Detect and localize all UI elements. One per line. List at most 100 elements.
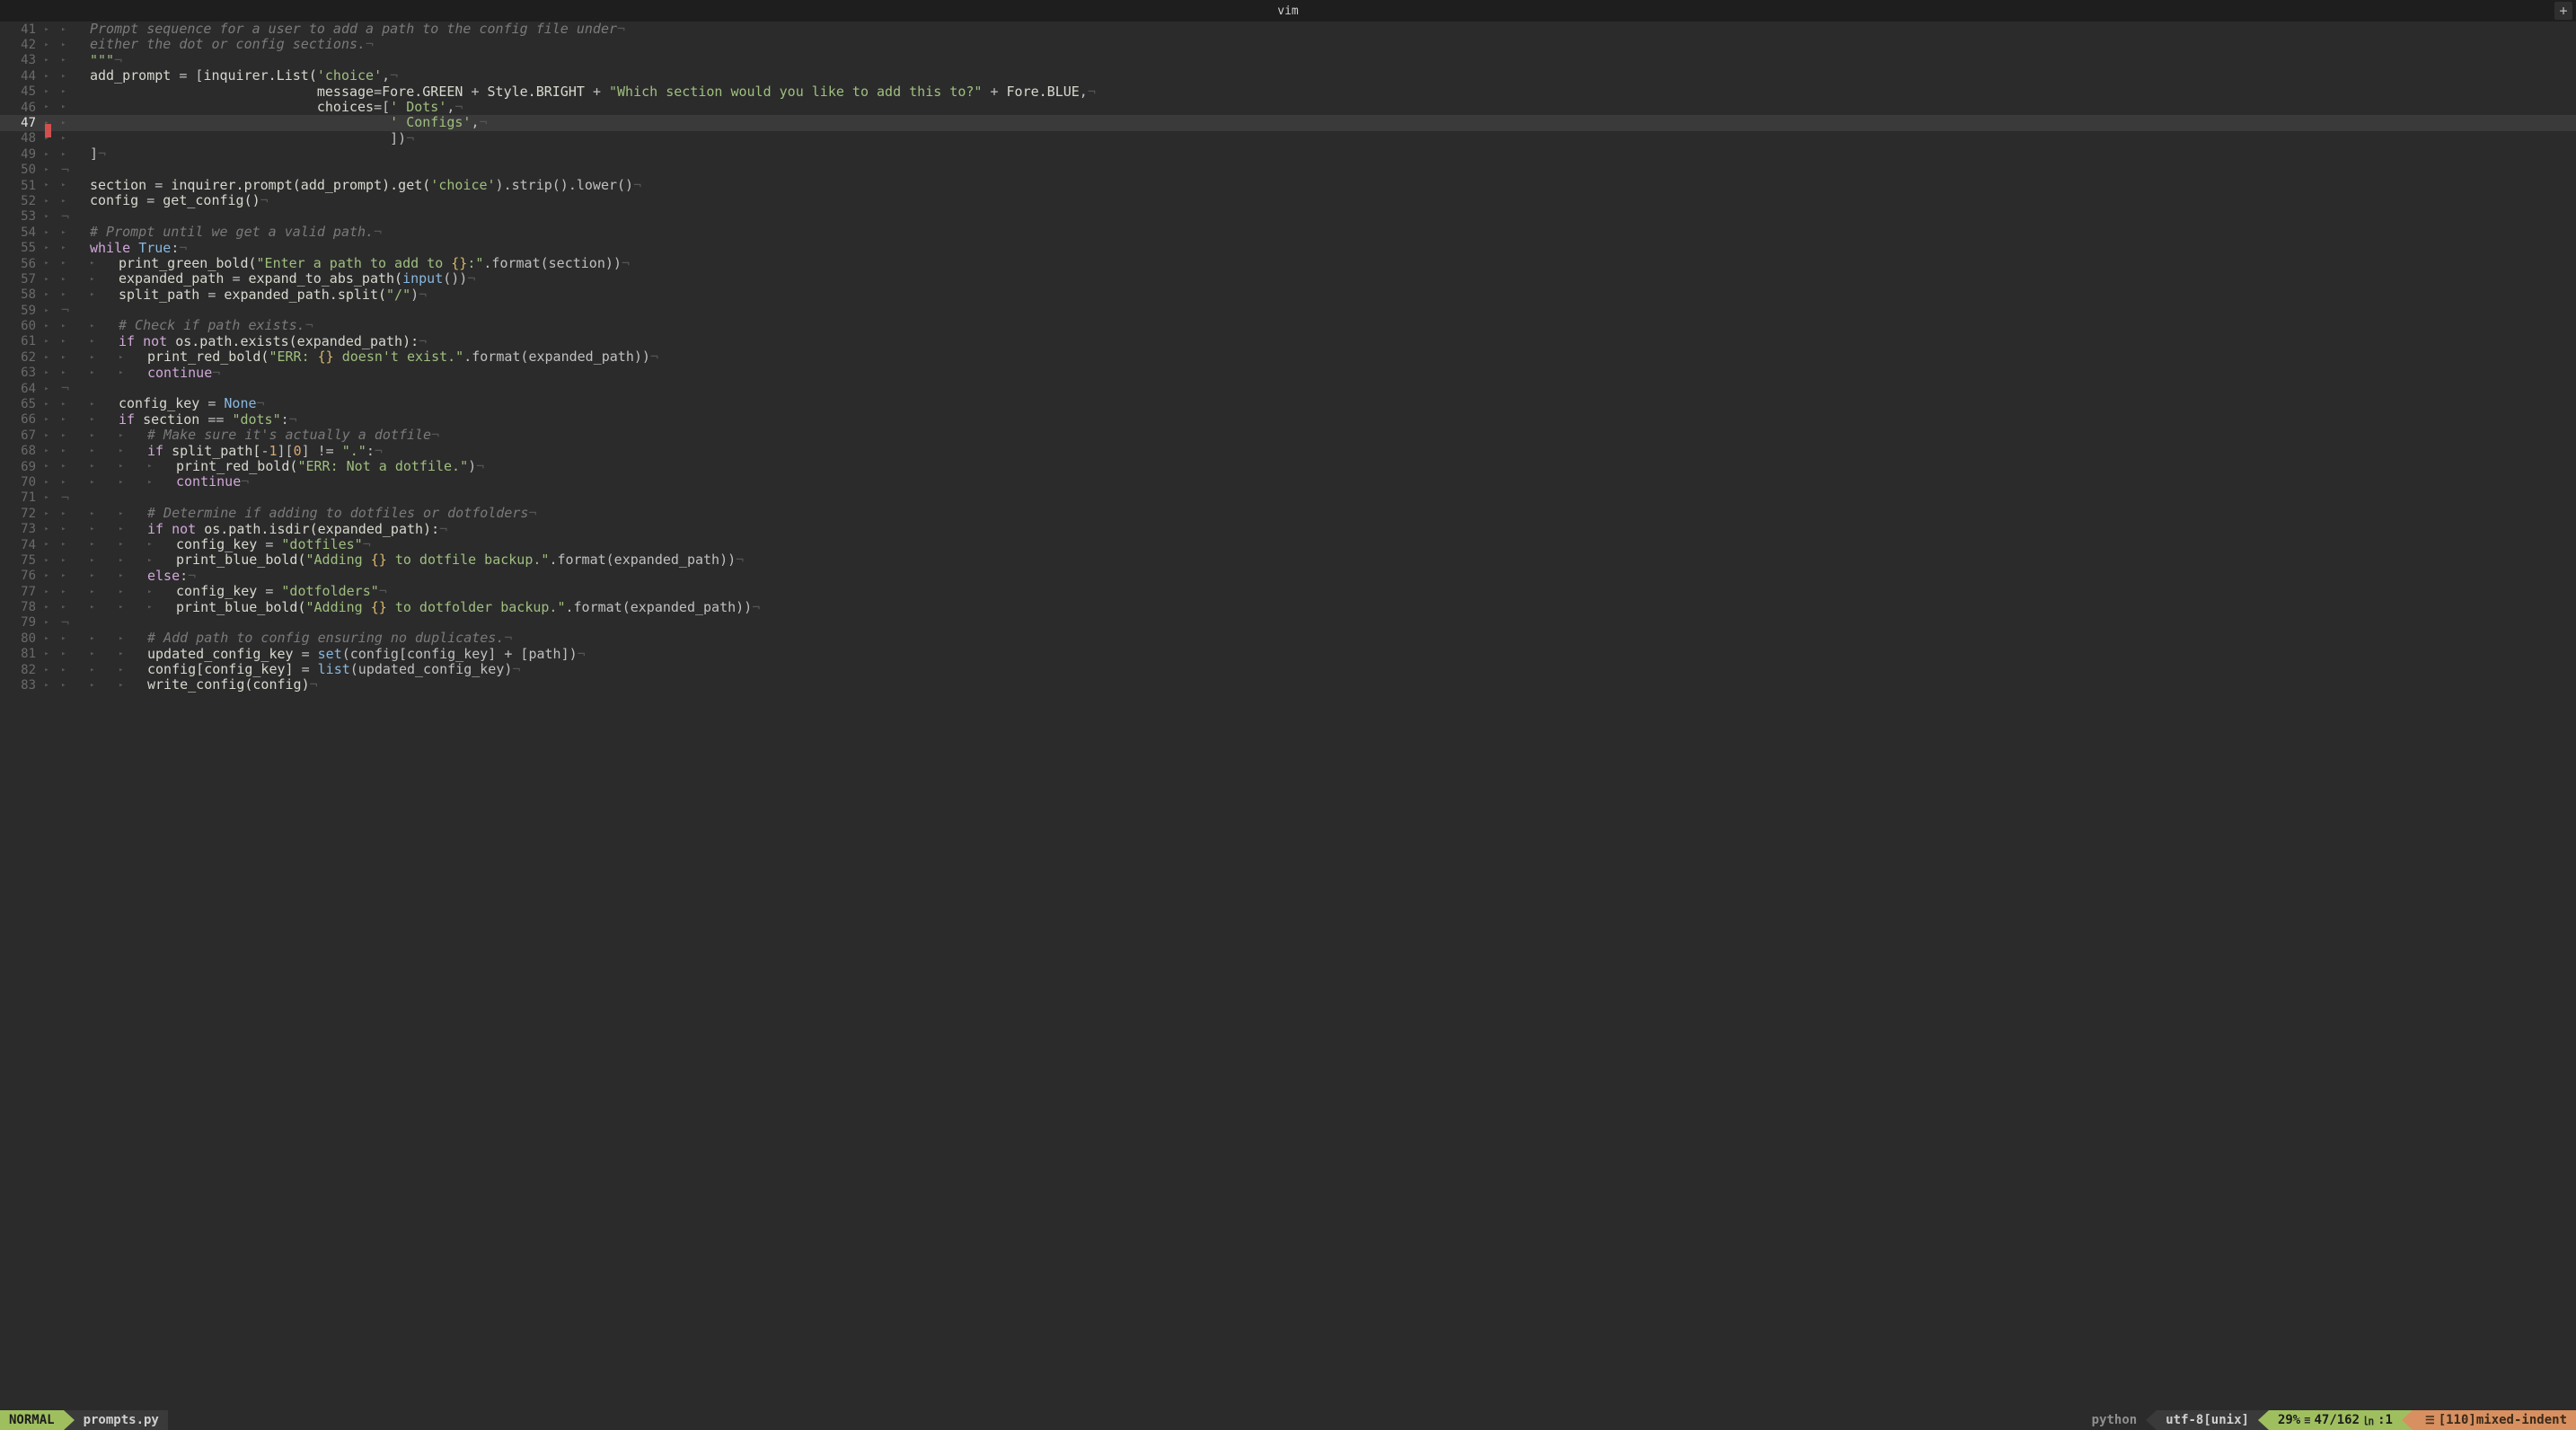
code-line[interactable]: 78▸▸ ▸ ▸ ▸ print_blue_bold("Adding {} to… bbox=[0, 599, 2576, 614]
code-line[interactable]: 46▸▸ choices=[' Dots',¬ bbox=[0, 100, 2576, 115]
fold-marker-icon[interactable]: ▸ bbox=[41, 56, 52, 65]
code-line[interactable]: 42▸▸ either the dot or config sections.¬ bbox=[0, 37, 2576, 52]
code-line[interactable]: 53▸¬ bbox=[0, 209, 2576, 225]
fold-marker-icon[interactable]: ▸ bbox=[41, 556, 52, 565]
code-line[interactable]: 79▸¬ bbox=[0, 615, 2576, 631]
code-content[interactable]: ¬ bbox=[61, 163, 2576, 178]
code-line[interactable]: 80▸▸ ▸ ▸ # Add path to config ensuring n… bbox=[0, 631, 2576, 646]
code-content[interactable]: ¬ bbox=[61, 615, 2576, 631]
fold-marker-icon[interactable]: ▸ bbox=[41, 243, 52, 252]
code-content[interactable]: continue¬ bbox=[147, 366, 2576, 381]
code-content[interactable]: ])¬ bbox=[90, 131, 2576, 146]
code-content[interactable]: if section == "dots":¬ bbox=[119, 412, 2576, 428]
editor-viewport[interactable]: 41▸▸ Prompt sequence for a user to add a… bbox=[0, 22, 2576, 1410]
code-line[interactable]: 83▸▸ ▸ ▸ write_config(config)¬ bbox=[0, 677, 2576, 693]
fold-marker-icon[interactable]: ▸ bbox=[41, 337, 52, 346]
code-line[interactable]: 52▸▸ config = get_config()¬ bbox=[0, 193, 2576, 208]
code-content[interactable]: print_green_bold("Enter a path to add to… bbox=[119, 256, 2576, 271]
fold-marker-icon[interactable]: ▸ bbox=[41, 603, 52, 612]
code-line[interactable]: 58▸▸ ▸ split_path = expanded_path.split(… bbox=[0, 287, 2576, 303]
code-line[interactable]: 77▸▸ ▸ ▸ ▸ config_key = "dotfolders"¬ bbox=[0, 584, 2576, 599]
code-content[interactable]: else:¬ bbox=[147, 569, 2576, 584]
code-line[interactable]: 67▸▸ ▸ ▸ # Make sure it's actually a dot… bbox=[0, 428, 2576, 443]
code-line[interactable]: 41▸▸ Prompt sequence for a user to add a… bbox=[0, 22, 2576, 37]
code-content[interactable]: ¬ bbox=[61, 303, 2576, 318]
code-content[interactable]: print_blue_bold("Adding {} to dotfile ba… bbox=[176, 552, 2576, 568]
fold-marker-icon[interactable]: ▸ bbox=[41, 87, 52, 96]
code-content[interactable]: # Add path to config ensuring no duplica… bbox=[147, 631, 2576, 646]
fold-marker-icon[interactable]: ▸ bbox=[41, 40, 52, 49]
code-line[interactable]: 44▸▸ add_prompt = [inquirer.List('choice… bbox=[0, 68, 2576, 84]
code-content[interactable]: ¬ bbox=[61, 490, 2576, 506]
code-content[interactable]: ¬ bbox=[61, 381, 2576, 396]
code-content[interactable]: continue¬ bbox=[176, 474, 2576, 490]
fold-marker-icon[interactable]: ▸ bbox=[41, 525, 52, 534]
code-line[interactable]: 48▸▸ ])¬ bbox=[0, 131, 2576, 146]
code-content[interactable]: choices=[' Dots',¬ bbox=[90, 100, 2576, 115]
code-content[interactable]: section = inquirer.prompt(add_prompt).ge… bbox=[90, 178, 2576, 193]
fold-marker-icon[interactable]: ▸ bbox=[41, 25, 52, 34]
code-line[interactable]: 62▸▸ ▸ ▸ print_red_bold("ERR: {} doesn't… bbox=[0, 349, 2576, 365]
code-content[interactable]: # Prompt until we get a valid path.¬ bbox=[90, 225, 2576, 240]
fold-marker-icon[interactable]: ▸ bbox=[41, 322, 52, 331]
fold-marker-icon[interactable]: ▸ bbox=[41, 228, 52, 237]
code-line[interactable]: 55▸▸ while True:¬ bbox=[0, 240, 2576, 255]
fold-marker-icon[interactable]: ▸ bbox=[41, 493, 52, 502]
fold-marker-icon[interactable]: ▸ bbox=[41, 212, 52, 221]
code-content[interactable]: config_key = "dotfiles"¬ bbox=[176, 537, 2576, 552]
code-line[interactable]: 51▸▸ section = inquirer.prompt(add_promp… bbox=[0, 178, 2576, 193]
fold-marker-icon[interactable]: ▸ bbox=[41, 290, 52, 299]
code-content[interactable]: # Make sure it's actually a dotfile¬ bbox=[147, 428, 2576, 443]
code-content[interactable]: print_red_bold("ERR: Not a dotfile.")¬ bbox=[176, 459, 2576, 474]
code-line[interactable]: 69▸▸ ▸ ▸ ▸ print_red_bold("ERR: Not a do… bbox=[0, 459, 2576, 474]
fold-marker-icon[interactable]: ▸ bbox=[41, 181, 52, 190]
code-line[interactable]: 65▸▸ ▸ config_key = None¬ bbox=[0, 396, 2576, 411]
code-content[interactable]: # Determine if adding to dotfiles or dot… bbox=[147, 506, 2576, 521]
fold-marker-icon[interactable]: ▸ bbox=[41, 618, 52, 627]
code-line[interactable]: 73▸▸ ▸ ▸ if not os.path.isdir(expanded_p… bbox=[0, 522, 2576, 537]
code-line[interactable]: 75▸▸ ▸ ▸ ▸ print_blue_bold("Adding {} to… bbox=[0, 552, 2576, 568]
fold-marker-icon[interactable]: ▸ bbox=[41, 666, 52, 675]
code-line[interactable]: 66▸▸ ▸ if section == "dots":¬ bbox=[0, 412, 2576, 428]
fold-marker-icon[interactable]: ▸ bbox=[41, 72, 52, 81]
code-content[interactable]: if split_path[-1][0] != ".":¬ bbox=[147, 444, 2576, 459]
code-content[interactable]: add_prompt = [inquirer.List('choice',¬ bbox=[90, 68, 2576, 84]
fold-marker-icon[interactable]: ▸ bbox=[41, 446, 52, 455]
fold-marker-icon[interactable]: ▸ bbox=[41, 275, 52, 284]
fold-marker-icon[interactable]: ▸ bbox=[41, 306, 52, 315]
code-content[interactable]: # Check if path exists.¬ bbox=[119, 318, 2576, 333]
code-line[interactable]: 50▸¬ bbox=[0, 163, 2576, 178]
code-line[interactable]: 68▸▸ ▸ ▸ if split_path[-1][0] != ".":¬ bbox=[0, 444, 2576, 459]
code-content[interactable]: ]¬ bbox=[90, 146, 2576, 162]
fold-marker-icon[interactable]: ▸ bbox=[41, 400, 52, 409]
code-content[interactable]: while True:¬ bbox=[90, 241, 2576, 256]
code-line[interactable]: 63▸▸ ▸ ▸ continue¬ bbox=[0, 366, 2576, 381]
code-content[interactable]: write_config(config)¬ bbox=[147, 677, 2576, 693]
fold-marker-icon[interactable]: ▸ bbox=[41, 540, 52, 549]
fold-marker-icon[interactable]: ▸ bbox=[41, 571, 52, 580]
fold-marker-icon[interactable]: ▸ bbox=[41, 259, 52, 268]
code-line[interactable]: 76▸▸ ▸ ▸ else:¬ bbox=[0, 569, 2576, 584]
code-content[interactable]: """¬ bbox=[90, 53, 2576, 68]
code-line[interactable]: 64▸¬ bbox=[0, 381, 2576, 396]
fold-marker-icon[interactable]: ▸ bbox=[41, 353, 52, 362]
code-content[interactable]: if not os.path.exists(expanded_path):¬ bbox=[119, 334, 2576, 349]
code-content[interactable]: print_blue_bold("Adding {} to dotfolder … bbox=[176, 600, 2576, 615]
fold-marker-icon[interactable]: ▸ bbox=[41, 368, 52, 377]
code-content[interactable]: ' Configs',¬ bbox=[90, 115, 2576, 130]
code-content[interactable]: updated_config_key = set(config[config_k… bbox=[147, 647, 2576, 662]
code-content[interactable]: either the dot or config sections.¬ bbox=[90, 37, 2576, 52]
fold-marker-icon[interactable]: ▸ bbox=[41, 431, 52, 440]
code-line[interactable]: 57▸▸ ▸ expanded_path = expand_to_abs_pat… bbox=[0, 271, 2576, 287]
code-line[interactable]: 59▸¬ bbox=[0, 303, 2576, 318]
code-content[interactable]: print_red_bold("ERR: {} doesn't exist.".… bbox=[147, 349, 2576, 365]
code-line[interactable]: 49▸▸ ]¬ bbox=[0, 146, 2576, 162]
code-content[interactable]: config[config_key] = list(updated_config… bbox=[147, 662, 2576, 677]
fold-marker-icon[interactable]: ▸ bbox=[41, 102, 52, 111]
fold-marker-icon[interactable]: ▸ bbox=[41, 634, 52, 643]
fold-marker-icon[interactable]: ▸ bbox=[41, 587, 52, 596]
code-line[interactable]: 56▸▸ ▸ print_green_bold("Enter a path to… bbox=[0, 256, 2576, 271]
code-content[interactable]: expanded_path = expand_to_abs_path(input… bbox=[119, 271, 2576, 287]
code-content[interactable]: if not os.path.isdir(expanded_path):¬ bbox=[147, 522, 2576, 537]
fold-marker-icon[interactable]: ▸ bbox=[41, 415, 52, 424]
